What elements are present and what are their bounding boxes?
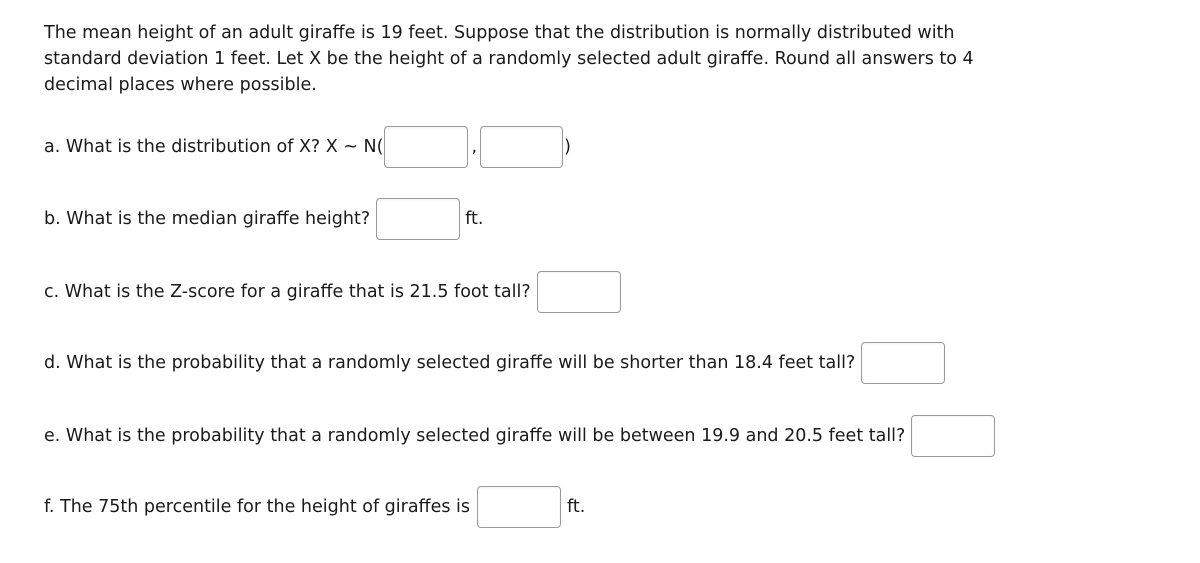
question-a: a. What is the distribution of X? X ~ N(… <box>44 126 571 168</box>
question-d-prompt: d. What is the probability that a random… <box>44 353 856 373</box>
distribution-mean-input[interactable] <box>384 126 469 168</box>
question-a-prompt: a. What is the distribution of X? X ~ N( <box>44 137 384 157</box>
problem-line-1: The mean height of an adult giraffe is 1… <box>44 23 955 43</box>
problem-statement: The mean height of an adult giraffe is 1… <box>44 20 1044 98</box>
probability-shorter-input[interactable] <box>861 342 946 384</box>
comma-separator: , <box>471 137 478 157</box>
unit-label-ft: ft. <box>567 497 586 517</box>
question-e-prompt: e. What is the probability that a random… <box>44 426 906 446</box>
question-b: b. What is the median giraffe height? ft… <box>44 198 483 240</box>
median-height-input[interactable] <box>376 198 461 240</box>
unit-label-ft: ft. <box>465 209 484 229</box>
problem-line-2: standard deviation 1 feet. Let X be the … <box>44 49 974 69</box>
z-score-input[interactable] <box>536 271 621 313</box>
question-b-prompt: b. What is the median giraffe height? <box>44 209 371 229</box>
question-d: d. What is the probability that a random… <box>44 342 946 384</box>
question-f-prompt: f. The 75th percentile for the height of… <box>44 497 471 517</box>
distribution-sd-input[interactable] <box>480 126 564 168</box>
probability-between-input[interactable] <box>911 415 996 457</box>
close-paren: ) <box>564 137 571 157</box>
problem-line-3: decimal places where possible. <box>44 75 317 95</box>
question-c-prompt: c. What is the Z-score for a giraffe tha… <box>44 282 531 302</box>
question-e: e. What is the probability that a random… <box>44 415 996 457</box>
percentile-75-input[interactable] <box>477 486 562 528</box>
question-f: f. The 75th percentile for the height of… <box>44 486 585 528</box>
question-c: c. What is the Z-score for a giraffe tha… <box>44 271 621 313</box>
